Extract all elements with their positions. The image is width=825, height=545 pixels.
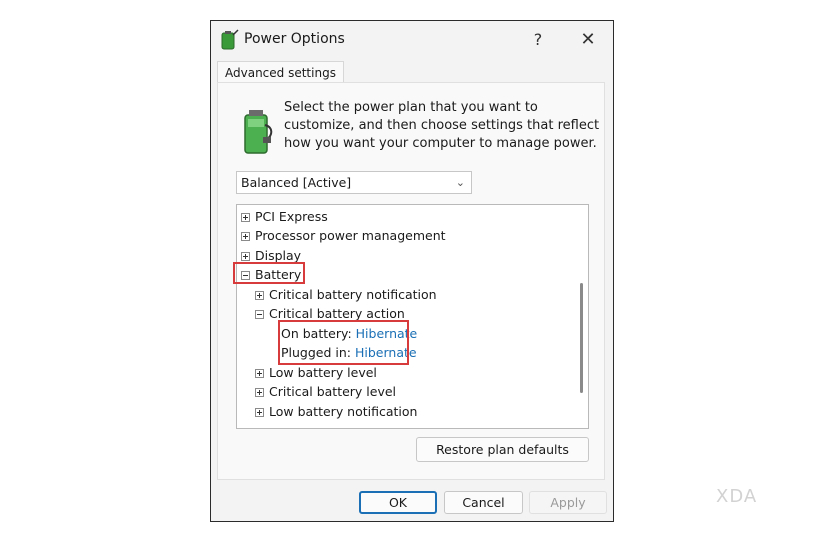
close-button[interactable]: ✕ — [571, 27, 605, 53]
settings-tree[interactable]: PCI Express Processor power management D… — [236, 204, 589, 429]
apply-button[interactable]: Apply — [529, 491, 607, 514]
tree-item-processor-power-management[interactable]: Processor power management — [241, 226, 446, 245]
tree-item-critical-battery-level[interactable]: Critical battery level — [255, 382, 396, 401]
power-options-icon — [221, 29, 239, 50]
power-options-dialog: Power Options ? ✕ Advanced settings Sele… — [210, 20, 614, 522]
help-button[interactable]: ? — [521, 27, 555, 53]
tree-item-critical-battery-notification[interactable]: Critical battery notification — [255, 285, 437, 304]
tree-scrollbar[interactable] — [578, 209, 586, 424]
expand-icon[interactable] — [255, 369, 264, 378]
collapse-icon[interactable] — [255, 310, 264, 319]
chevron-down-icon: ⌄ — [455, 176, 465, 189]
expand-icon[interactable] — [241, 213, 250, 222]
battery-highlight-box — [233, 262, 305, 284]
title-bar: Power Options ? ✕ — [211, 21, 613, 59]
cancel-button[interactable]: Cancel — [444, 491, 523, 514]
scrollbar-thumb[interactable] — [580, 283, 583, 393]
xda-watermark: XDA — [716, 486, 758, 507]
tab-advanced-settings[interactable]: Advanced settings — [217, 61, 344, 84]
battery-plug-icon — [244, 110, 273, 154]
plan-description: Select the power plan that you want to c… — [284, 100, 600, 151]
restore-plan-defaults-button[interactable]: Restore plan defaults — [416, 437, 589, 462]
power-plan-select[interactable]: Balanced [Active] ⌄ — [236, 171, 472, 194]
expand-icon[interactable] — [241, 252, 250, 261]
window-title: Power Options — [244, 31, 345, 47]
expand-icon[interactable] — [241, 232, 250, 241]
hibernate-highlight-box — [278, 320, 409, 365]
tree-item-low-battery-level[interactable]: Low battery level — [255, 363, 377, 382]
tree-item-low-battery-notification[interactable]: Low battery notification — [255, 402, 417, 421]
ok-button[interactable]: OK — [359, 491, 437, 514]
expand-icon[interactable] — [255, 408, 264, 417]
tree-item-pci-express[interactable]: PCI Express — [241, 207, 328, 226]
power-plan-select-value: Balanced [Active] — [241, 175, 352, 190]
expand-icon[interactable] — [255, 388, 264, 397]
expand-icon[interactable] — [255, 291, 264, 300]
